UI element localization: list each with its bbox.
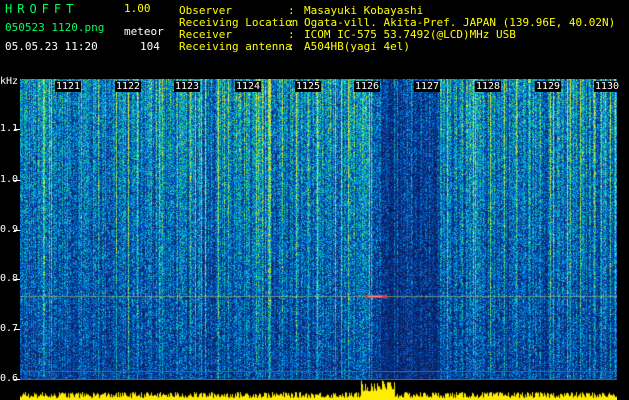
colon: : [288, 28, 295, 41]
location-label: Receiving Location [179, 16, 299, 29]
meteor-count: 104 [140, 40, 160, 53]
file-name: 050523 1120.png [5, 21, 105, 34]
time-label: 1127 [414, 81, 441, 92]
app-version: 1.00 [124, 2, 151, 15]
axis-unit-label: kHz [0, 76, 19, 87]
time-label: 1128 [475, 81, 502, 92]
level-meter-canvas [20, 380, 617, 400]
location-value: Ogata-vill. Akita-Pref. JAPAN (139.96E, … [304, 16, 616, 29]
colon: : [288, 4, 295, 17]
colon: : [288, 40, 295, 53]
time-label: 1121 [55, 81, 82, 92]
spectrogram-canvas [20, 79, 617, 380]
spectrogram [20, 79, 617, 380]
observer-value: Masayuki Kobayashi [304, 4, 424, 17]
app-logo: HROFFT [5, 2, 79, 16]
antenna-value: A504HB(yagi 4el) [304, 40, 410, 53]
time-label: 1123 [174, 81, 201, 92]
time-label: 1129 [535, 81, 562, 92]
time-label: 1130 [594, 81, 621, 92]
date-time: 05.05.23 11:20 [5, 40, 98, 53]
time-label: 1124 [235, 81, 262, 92]
divider-line [20, 371, 617, 372]
meteor-label: meteor [124, 25, 164, 38]
observer-label: Observer [179, 4, 232, 17]
time-label: 1122 [115, 81, 142, 92]
level-meter [20, 380, 617, 400]
colon: : [288, 16, 295, 29]
antenna-label: Receiving antenna [179, 40, 292, 53]
receiver-value: ICOM IC-575 53.7492(@LCD)MHz USB [304, 28, 516, 41]
receiver-label: Receiver [179, 28, 232, 41]
time-label: 1126 [354, 81, 381, 92]
time-label: 1125 [295, 81, 322, 92]
hrofft-window: HROFFT 1.00 050523 1120.png meteor 05.05… [0, 0, 629, 400]
